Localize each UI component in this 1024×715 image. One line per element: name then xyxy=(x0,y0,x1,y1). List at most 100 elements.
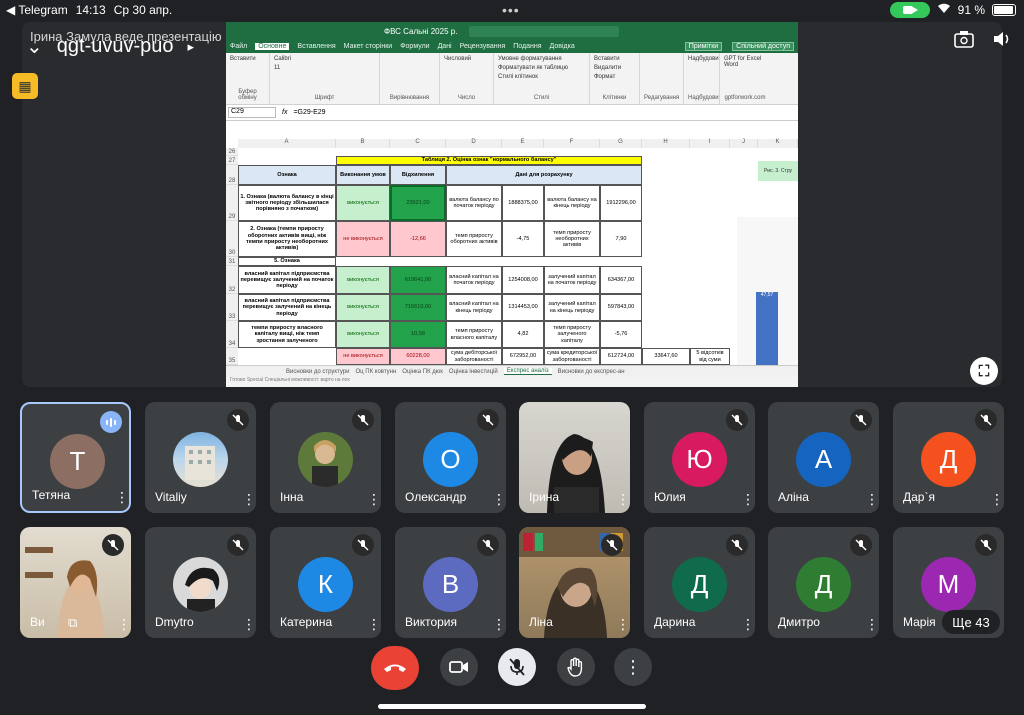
participant-tile[interactable]: А Аліна ⋮ xyxy=(768,402,879,513)
row-header: 34 xyxy=(226,321,238,348)
end-call-button[interactable] xyxy=(371,646,419,690)
wifi-icon xyxy=(937,3,951,17)
fullscreen-button[interactable]: ⛶ xyxy=(970,357,998,385)
ribbon-group-label: Стилі xyxy=(533,95,550,101)
more-options-icon[interactable]: ⋮ xyxy=(741,617,755,631)
participant-tile[interactable]: К Катерина ⋮ xyxy=(270,527,381,638)
avatar: А xyxy=(796,432,851,487)
ribbon-item: Вставити xyxy=(594,56,620,62)
participant-tile-self[interactable]: Ви ⧉ ⋮ xyxy=(20,527,131,638)
ribbon-group-label: Клітинки xyxy=(602,95,627,101)
ribbon-item: Умовне форматування xyxy=(498,56,562,62)
avatar: Д xyxy=(672,557,727,612)
more-options-icon[interactable]: ⋮ xyxy=(115,490,129,504)
back-to-telegram-link[interactable]: ◀ Telegram xyxy=(6,3,68,17)
table-cell: 4,82 xyxy=(502,321,544,348)
excel-menu-item: Подання xyxy=(513,43,542,50)
excel-menu-bar: Файл Основне Вставлення Макет сторінки Ф… xyxy=(226,40,798,53)
more-options-icon[interactable]: ⋮ xyxy=(616,617,630,631)
participant-tile[interactable]: Dmytro ⋮ xyxy=(145,527,256,638)
ribbon-item: Форматувати як таблицю xyxy=(498,65,568,71)
column-header: D xyxy=(446,139,502,148)
table-cell: власний капітал на початок періоду xyxy=(446,266,502,294)
table-cell: темп приросту необоротних активів xyxy=(544,221,600,257)
ribbon-group-editing: Редагування xyxy=(640,53,684,104)
table-cell: -5,76 xyxy=(600,321,642,348)
more-participants-button[interactable]: Ще 43 xyxy=(942,610,1000,634)
more-options-icon[interactable]: ⋮ xyxy=(990,492,1004,506)
excel-menu-item: Формули xyxy=(400,43,430,50)
multitask-dots-icon[interactable]: ••• xyxy=(502,2,520,18)
meeting-code[interactable]: qgt-uvuv-puo xyxy=(57,35,174,58)
more-options-icon[interactable]: ⋮ xyxy=(117,617,131,631)
column-header: A xyxy=(238,139,336,148)
column-header: F xyxy=(544,139,600,148)
camera-toggle-button[interactable] xyxy=(440,648,478,686)
table-cell: 5 відсотків від суми xyxy=(690,348,730,365)
more-options-icon[interactable]: ⋮ xyxy=(492,492,506,506)
table-cell: 634367,00 xyxy=(600,266,642,294)
excel-name-box: C29 xyxy=(228,107,276,118)
excel-share-button: Спільний доступ xyxy=(732,42,794,51)
mic-off-icon xyxy=(726,409,748,431)
more-options-icon[interactable]: ⋮ xyxy=(242,492,256,506)
chevron-right-icon[interactable]: ▸ xyxy=(188,39,195,55)
participant-tile[interactable]: Ліна ⋮ xyxy=(519,527,630,638)
avatar: Д xyxy=(921,432,976,487)
more-options-button[interactable]: ⋮ xyxy=(614,648,652,686)
chevron-down-icon[interactable]: ⌄ xyxy=(26,34,43,59)
table-cell: валюта балансу по початок періоду xyxy=(446,185,502,221)
switch-camera-icon[interactable] xyxy=(954,30,974,53)
excel-menu-item: Основне xyxy=(255,43,290,50)
header-cell: Відхилення xyxy=(390,165,446,185)
participant-tile[interactable]: Ірина ⋮ xyxy=(519,402,630,513)
shared-excel-window: ФВС Сальні 2025 р. Файл Основне Вставлен… xyxy=(226,22,798,387)
presentation-off-icon[interactable]: ▦ xyxy=(12,73,38,99)
participant-tile[interactable]: Т Тетяна ⋮ xyxy=(20,402,131,513)
meeting-header[interactable]: ⌄ qgt-uvuv-puo ▸ xyxy=(26,34,194,59)
participant-tile[interactable]: Д Дмитро ⋮ xyxy=(768,527,879,638)
more-options-icon[interactable]: ⋮ xyxy=(367,617,381,631)
raise-hand-button[interactable] xyxy=(557,648,595,686)
ribbon-group-gpt: GPT for Excel Word gptforwork.com xyxy=(720,53,770,104)
mic-toggle-button[interactable] xyxy=(498,648,536,686)
participant-tile[interactable]: Vitaliy ⋮ xyxy=(145,402,256,513)
effects-icon[interactable]: ⧉ xyxy=(68,615,77,631)
more-options-icon[interactable]: ⋮ xyxy=(367,492,381,506)
mic-off-icon xyxy=(477,534,499,556)
participant-name: Марія xyxy=(903,615,936,629)
participant-tile[interactable]: Інна ⋮ xyxy=(270,402,381,513)
excel-formula-bar: C29 fx =G29-E29 xyxy=(226,105,798,121)
table-cell: 60228,00 xyxy=(390,348,446,365)
row-header: 33 xyxy=(226,294,238,321)
table-cell: 1. Ознака (валюта балансу в кінці звітно… xyxy=(238,185,336,221)
ribbon-item: 11 xyxy=(274,65,281,71)
participant-name: Ви xyxy=(30,615,45,629)
excel-grid: A B C D E F G H I J K 26 27 28 29 30 31 … xyxy=(226,139,798,365)
row-header: 32 xyxy=(226,266,238,294)
mic-off-icon xyxy=(477,409,499,431)
participant-tile[interactable]: В Виктория ⋮ xyxy=(395,527,506,638)
more-options-icon[interactable]: ⋮ xyxy=(616,492,630,506)
fx-icon: fx xyxy=(282,109,288,116)
participant-name: Юлия xyxy=(654,490,686,504)
participant-tile[interactable]: Д Дар`я ⋮ xyxy=(893,402,1004,513)
more-options-icon[interactable]: ⋮ xyxy=(242,617,256,631)
more-options-icon[interactable]: ⋮ xyxy=(741,492,755,506)
battery-percent: 91 % xyxy=(957,3,985,17)
more-options-icon[interactable]: ⋮ xyxy=(865,492,879,506)
home-indicator[interactable] xyxy=(378,704,646,709)
avatar: О xyxy=(423,432,478,487)
speaker-muted-icon[interactable] xyxy=(992,30,1012,53)
excel-title-bar: ФВС Сальні 2025 р. xyxy=(226,22,798,40)
ribbon-group-label: Редагування xyxy=(644,95,680,101)
more-options-icon[interactable]: ⋮ xyxy=(865,617,879,631)
more-options-icon[interactable]: ⋮ xyxy=(492,617,506,631)
column-header: B xyxy=(336,139,390,148)
table-cell: валюта балансу на кінець періоду xyxy=(544,185,600,221)
ribbon-group-clipboard: Вставити Буфер обміну xyxy=(226,53,270,104)
participant-tile[interactable]: Д Дарина ⋮ xyxy=(644,527,755,638)
participant-tile[interactable]: Ю Юлия ⋮ xyxy=(644,402,755,513)
participant-tile[interactable]: О Олександр ⋮ xyxy=(395,402,506,513)
avatar: К xyxy=(298,557,353,612)
